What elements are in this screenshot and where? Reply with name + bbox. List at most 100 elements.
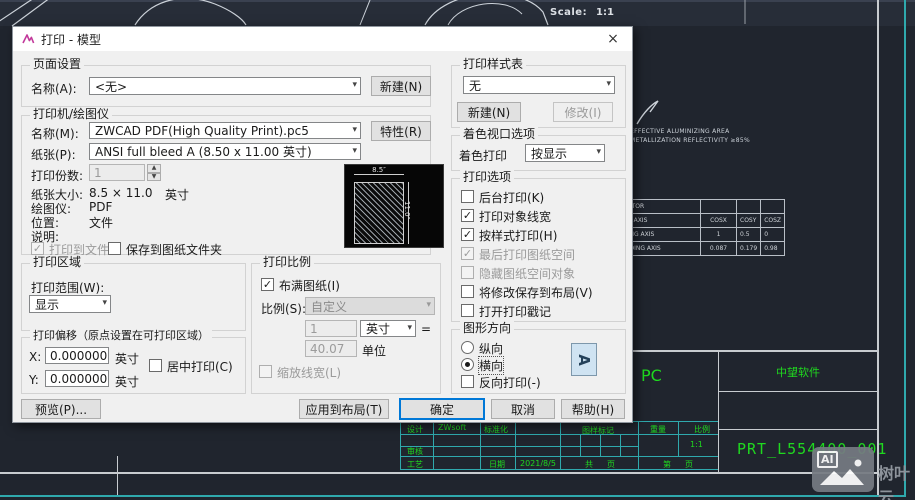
tb-page-label: 第	[663, 459, 671, 470]
radio-button[interactable]	[461, 358, 474, 371]
tb-total-label: 共	[585, 459, 593, 470]
copies-label: 打印份数:	[31, 167, 83, 184]
save-to-folder-checkbox[interactable]: 保存到图纸文件夹	[108, 241, 222, 258]
plot-style-edit-button[interactable]: 修改(I)	[553, 102, 613, 122]
center-plot-checkbox[interactable]: 居中打印(C)	[149, 358, 233, 375]
checkbox-save-changes-to-layout[interactable]: 将修改保存到布局(V)	[461, 284, 593, 301]
tb-page-unit: 页	[685, 459, 693, 470]
portrait-label: 纵向	[479, 340, 503, 357]
option-label: 打印对象线宽	[479, 208, 551, 225]
checkbox-hide-paperspace[interactable]: 隐藏图纸空间对象	[461, 265, 575, 282]
check-icon: ✓	[33, 243, 42, 254]
cad-top-bar	[0, 0, 915, 26]
paper-select[interactable]: ANSI full bleed A (8.50 x 11.00 英寸) ▾	[89, 143, 361, 160]
checkbox[interactable]: ✓	[461, 228, 474, 241]
checkbox[interactable]	[461, 285, 474, 298]
close-icon[interactable]: ×	[602, 29, 624, 49]
checkbox[interactable]	[461, 304, 474, 317]
checkbox[interactable]	[461, 375, 474, 388]
offset-y-field[interactable]: 0.000000	[45, 370, 109, 387]
checkbox[interactable]	[108, 242, 121, 255]
chevron-down-icon: ▾	[352, 125, 357, 135]
tb-grid	[638, 421, 639, 470]
spinner-up-icon[interactable]: ▲	[147, 164, 161, 173]
checkbox[interactable]	[461, 190, 474, 203]
dimension-line	[354, 174, 404, 175]
paper-size-unit: 英寸	[165, 186, 189, 203]
tb-grid	[600, 434, 601, 456]
plot-area-legend: 打印区域	[30, 255, 84, 269]
checkbox[interactable]: ✓	[31, 242, 44, 255]
option-label: 将修改保存到布局(V)	[479, 284, 593, 301]
printer-properties-button[interactable]: 特性(R)	[371, 121, 431, 141]
checkbox[interactable]: ✓	[261, 278, 274, 291]
tb-grid	[400, 456, 718, 457]
dialog-title: 打印 - 模型	[41, 31, 101, 48]
scale-numerator-field[interactable]: 1	[305, 320, 357, 337]
plot-style-new-button[interactable]: 新建(N)	[457, 102, 521, 122]
apply-to-layout-button[interactable]: 应用到布局(T)	[299, 399, 389, 419]
preview-button[interactable]: 预览(P)...	[21, 399, 101, 419]
tb-date-value: 2021/8/5	[520, 459, 556, 468]
shade-plot-value: 按显示	[531, 145, 567, 162]
orientation-letter: A	[575, 354, 593, 366]
option-label: 最后打印图纸空间	[479, 246, 575, 263]
offset-y-unit: 英寸	[115, 373, 139, 390]
checkbox-plot-lineweights[interactable]: ✓ 打印对象线宽	[461, 208, 551, 225]
offset-x-field[interactable]: 0.000000	[45, 347, 109, 364]
print-dialog: 打印 - 模型 × 页面设置 名称(A): <无> ▾ 新建(N) 打印机/绘图…	[12, 26, 633, 423]
tb-date-label: 日期	[489, 459, 505, 470]
watermark-text: 树叶云	[878, 460, 915, 500]
scale-lineweight-checkbox[interactable]: 缩放线宽(L)	[259, 364, 341, 381]
plot-style-select[interactable]: 无 ▾	[463, 76, 615, 94]
check-icon: ✓	[263, 279, 272, 290]
radio-portrait[interactable]: 纵向	[461, 340, 503, 357]
checkbox-background-plot[interactable]: 后台打印(K)	[461, 189, 544, 206]
radio-button[interactable]	[461, 341, 474, 354]
printer-name-select[interactable]: ZWCAD PDF(High Quality Print).pc5 ▾	[89, 122, 361, 139]
shade-plot-select[interactable]: 按显示 ▾	[525, 144, 605, 162]
chevron-down-icon: ▾	[352, 80, 357, 90]
cancel-button[interactable]: 取消	[491, 399, 555, 419]
option-label: 隐藏图纸空间对象	[479, 265, 575, 282]
check-icon: ✓	[463, 229, 472, 240]
ok-button[interactable]: 确定	[399, 398, 485, 420]
location-value: 文件	[89, 214, 113, 231]
checkbox-plot-stamp[interactable]: 打开打印戳记	[461, 303, 551, 320]
checkbox[interactable]	[259, 365, 272, 378]
checkbox-plot-upside-down[interactable]: 反向打印(-)	[461, 374, 541, 391]
chevron-down-icon: ▾	[596, 147, 601, 157]
scale-denominator-field[interactable]: 40.07	[305, 340, 357, 357]
checkbox-plot-with-styles[interactable]: ✓ 按样式打印(H)	[461, 227, 557, 244]
paper-value: ANSI full bleed A (8.50 x 11.00 英寸)	[95, 143, 312, 160]
plot-options-legend: 打印选项	[460, 170, 514, 184]
checkbox[interactable]	[149, 359, 162, 372]
offset-y-label: Y:	[29, 373, 39, 387]
cad-note-line2: METALLIZATION REFLECTIVITY ≥85%	[630, 137, 750, 144]
scale-select-value: 自定义	[311, 298, 347, 315]
scale-unit-select[interactable]: 英寸 ▾	[360, 320, 416, 337]
page-setup-new-button[interactable]: 新建(N)	[371, 76, 431, 96]
tb-scale-label: 比例	[694, 424, 710, 435]
tb-scale-value: 1:1	[690, 440, 703, 449]
checkbox[interactable]	[461, 266, 474, 279]
page-setup-name-select[interactable]: <无> ▾	[89, 77, 361, 95]
radio-landscape[interactable]: 横向	[461, 357, 503, 374]
copies-field[interactable]: 1	[89, 164, 145, 181]
tb-grid	[620, 434, 621, 456]
checkbox-paperspace-last[interactable]: ✓ 最后打印图纸空间	[461, 246, 575, 263]
scale-lineweight-label: 缩放线宽(L)	[277, 364, 341, 381]
scale-select[interactable]: 自定义 ▾	[305, 297, 435, 315]
sheet-border-bottom	[0, 472, 878, 474]
checkbox[interactable]: ✓	[461, 209, 474, 222]
tb-grid	[400, 434, 718, 435]
spinner-down-icon[interactable]: ▼	[147, 173, 161, 182]
preview-height-label: 11.0″	[403, 201, 411, 219]
scale-unit-label: 单位	[362, 342, 386, 359]
help-button[interactable]: 帮助(H)	[561, 399, 625, 419]
copies-stepper[interactable]: ▲ ▼	[147, 164, 161, 181]
checkbox[interactable]: ✓	[461, 247, 474, 260]
tb-design-value: ZWsoft	[438, 423, 466, 432]
fit-to-paper-checkbox[interactable]: ✓ 布满图纸(I)	[261, 277, 340, 294]
plot-range-select[interactable]: 显示 ▾	[29, 295, 111, 313]
